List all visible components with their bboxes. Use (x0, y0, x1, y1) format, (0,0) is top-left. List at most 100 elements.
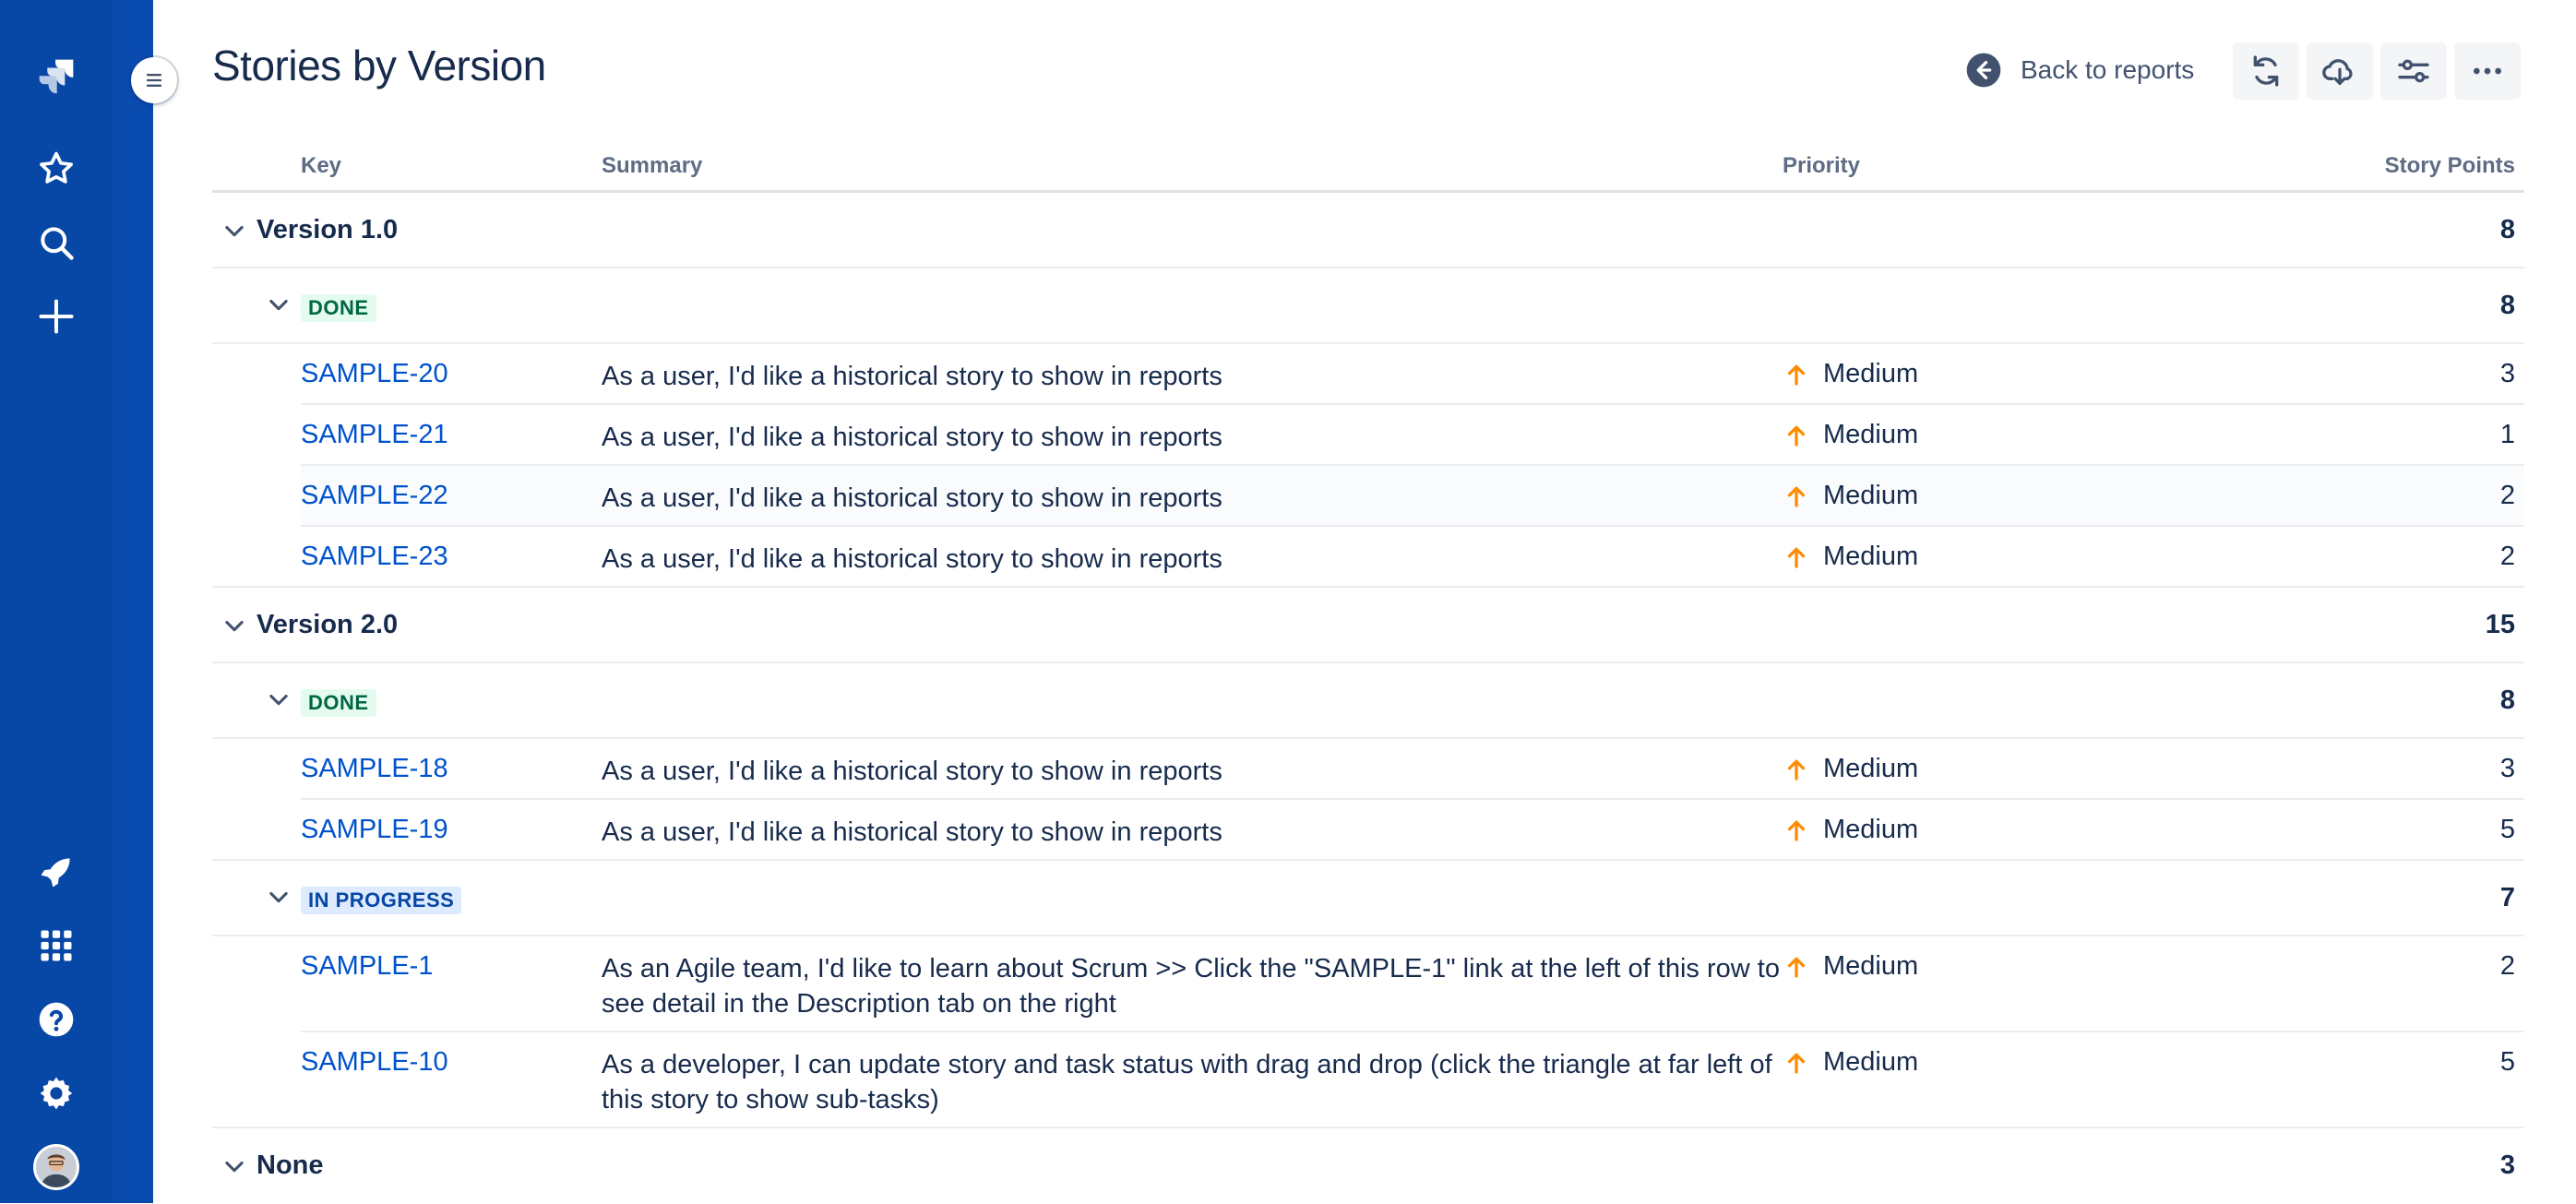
avatar[interactable] (33, 1144, 79, 1190)
column-header-priority[interactable]: Priority (1783, 153, 1860, 179)
more-actions-button[interactable] (2454, 42, 2521, 100)
chevron-down-icon[interactable] (266, 686, 292, 712)
issue-key-link[interactable]: SAMPLE-22 (301, 481, 448, 511)
priority-medium-icon (1787, 547, 1806, 568)
version-row[interactable]: Version 2.0 15 (212, 588, 2524, 663)
version-name: Version 2.0 (256, 610, 399, 639)
configure-button[interactable] (2380, 42, 2447, 100)
issue-key-link[interactable]: SAMPLE-20 (301, 359, 448, 389)
issue-story-points: 5 (2499, 1047, 2515, 1077)
issue-priority: Medium (1783, 420, 1918, 450)
version-name: Version 1.0 (256, 215, 399, 244)
search-icon[interactable] (33, 220, 79, 266)
export-button[interactable] (2307, 42, 2373, 100)
table-row[interactable]: SAMPLE-19 As a user, I'd like a historic… (212, 800, 2524, 861)
chevron-down-icon[interactable] (221, 1153, 247, 1179)
priority-medium-icon (1787, 1053, 1806, 1074)
issue-key-link[interactable]: SAMPLE-1 (301, 951, 433, 982)
issue-summary: As a user, I'd like a historical story t… (602, 362, 1222, 391)
version-row[interactable]: Version 1.0 8 (212, 193, 2524, 268)
sidebar-edge (113, 0, 153, 1203)
issue-priority: Medium (1783, 359, 1918, 389)
refresh-icon (2253, 55, 2279, 87)
help-icon[interactable] (33, 996, 79, 1043)
app-grid-icon[interactable] (33, 923, 79, 969)
issue-story-points: 2 (2499, 542, 2515, 571)
column-header-summary[interactable]: Summary (602, 153, 702, 179)
priority-label: Medium (1823, 481, 1919, 510)
issue-story-points: 3 (2499, 359, 2515, 388)
status-group-row[interactable]: DONE 8 (212, 268, 2524, 344)
chevron-down-icon[interactable] (221, 613, 247, 638)
gear-icon[interactable] (33, 1070, 79, 1116)
priority-medium-icon (1787, 486, 1806, 507)
plus-icon[interactable] (33, 293, 79, 340)
rocket-icon[interactable] (33, 849, 79, 895)
issue-priority: Medium (1783, 481, 1918, 511)
table-row[interactable]: SAMPLE-20 As a user, I'd like a historic… (301, 344, 2524, 405)
version-total: 15 (2485, 610, 2515, 639)
issue-summary: As a user, I'd like a historical story t… (602, 817, 1222, 847)
status-badge: DONE (301, 689, 376, 717)
status-badge: DONE (301, 294, 376, 322)
status-total: 7 (2499, 883, 2515, 912)
chevron-down-icon[interactable] (266, 884, 292, 910)
issue-story-points: 5 (2499, 815, 2515, 844)
table-row[interactable]: SAMPLE-18 As a user, I'd like a historic… (301, 739, 2524, 800)
issue-summary: As a user, I'd like a historical story t… (602, 423, 1222, 452)
table-row[interactable]: SAMPLE-22 As a user, I'd like a historic… (301, 466, 2524, 527)
priority-label: Medium (1823, 420, 1919, 449)
version-total: 3 (2499, 1150, 2515, 1180)
column-header-story-points[interactable]: Story Points (2385, 153, 2515, 179)
chevron-down-icon[interactable] (266, 292, 292, 317)
issue-key-link[interactable]: SAMPLE-10 (301, 1047, 448, 1078)
cloud-download-icon (2322, 59, 2353, 86)
version-row[interactable]: None 3 (212, 1128, 2524, 1204)
star-icon[interactable] (33, 146, 79, 192)
column-header-key[interactable]: Key (301, 153, 341, 179)
issue-summary: As a user, I'd like a historical story t… (602, 544, 1222, 574)
chevron-down-icon[interactable] (221, 218, 247, 244)
priority-label: Medium (1823, 754, 1919, 783)
version-name: None (256, 1150, 324, 1180)
issue-summary: As an Agile team, I'd like to learn abou… (602, 954, 1780, 1019)
priority-label: Medium (1823, 359, 1919, 388)
priority-medium-icon (1787, 957, 1806, 978)
issue-story-points: 3 (2499, 754, 2515, 783)
filter-settings-icon (2398, 59, 2429, 83)
version-total: 8 (2499, 215, 2515, 244)
sidebar-collapse-button[interactable] (131, 57, 177, 103)
table-row[interactable]: SAMPLE-10 As a developer, I can update s… (212, 1032, 2524, 1128)
issue-story-points: 2 (2499, 951, 2515, 981)
status-group-row[interactable]: IN PROGRESS 7 (212, 861, 2524, 936)
issue-priority: Medium (1783, 815, 1918, 845)
refresh-button[interactable] (2233, 42, 2299, 100)
issue-summary: As a user, I'd like a historical story t… (602, 483, 1222, 513)
stories-table: Key Summary Priority Story Points Versio… (212, 144, 2524, 1204)
table-row[interactable]: SAMPLE-23 As a user, I'd like a historic… (212, 527, 2524, 588)
issue-key-link[interactable]: SAMPLE-18 (301, 754, 448, 784)
table-row[interactable]: SAMPLE-21 As a user, I'd like a historic… (301, 405, 2524, 466)
issue-story-points: 1 (2499, 420, 2515, 449)
status-badge: IN PROGRESS (301, 887, 462, 914)
status-total: 8 (2499, 291, 2515, 320)
arrow-left-circle-icon (1966, 53, 2001, 88)
jira-logo-icon[interactable] (33, 54, 79, 100)
issue-priority: Medium (1783, 754, 1918, 784)
back-to-reports-label: Back to reports (2021, 55, 2195, 84)
issue-key-link[interactable]: SAMPLE-23 (301, 542, 448, 572)
priority-label: Medium (1823, 951, 1919, 981)
priority-medium-icon (1787, 759, 1806, 781)
issue-key-link[interactable]: SAMPLE-21 (301, 420, 448, 450)
priority-medium-icon (1787, 425, 1806, 447)
menu-icon (146, 74, 162, 88)
page-title: Stories by Version (212, 42, 546, 89)
priority-label: Medium (1823, 1047, 1919, 1077)
issue-summary: As a developer, I can update story and t… (602, 1050, 1772, 1115)
global-sidebar (0, 0, 153, 1203)
back-to-reports-link[interactable]: Back to reports (1965, 52, 2194, 89)
issue-priority: Medium (1783, 542, 1918, 572)
status-group-row[interactable]: DONE 8 (212, 663, 2524, 739)
table-row[interactable]: SAMPLE-1 As an Agile team, I'd like to l… (301, 936, 2524, 1032)
issue-key-link[interactable]: SAMPLE-19 (301, 815, 448, 845)
